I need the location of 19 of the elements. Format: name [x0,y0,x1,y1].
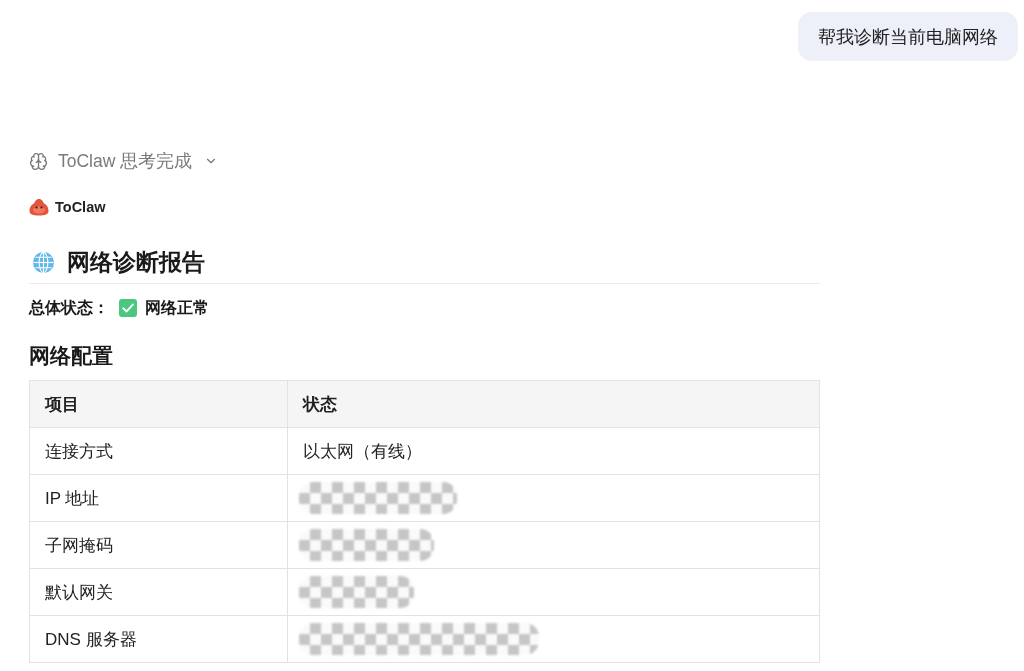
column-header: 项目 [29,380,288,428]
assistant-name: ToClaw [55,199,106,215]
mascot-logo-icon [29,198,49,216]
table-cell: 子网掩码 [29,521,288,569]
table-cell: IP 地址 [29,474,288,522]
user-message-bubble: 帮我诊断当前电脑网络 [798,12,1018,61]
table-cell: 以太网（有线） [287,427,820,475]
table-cell: DNS 服务器 [29,615,288,663]
section-title: 网络配置 [29,343,113,369]
globe-icon [32,250,55,274]
status-label: 总体状态： [29,297,109,318]
table-cell: 默认网关 [29,568,288,616]
column-header: 状态 [287,380,820,428]
table-cell: 连接方式 [29,427,288,475]
status-text: 网络正常 [145,297,209,318]
thinking-toggle-label[interactable]: ToClaw 思考完成 [58,149,193,173]
check-mark-icon [119,299,137,317]
report-title: 网络诊断报告 [67,248,205,277]
brain-icon [29,151,48,171]
